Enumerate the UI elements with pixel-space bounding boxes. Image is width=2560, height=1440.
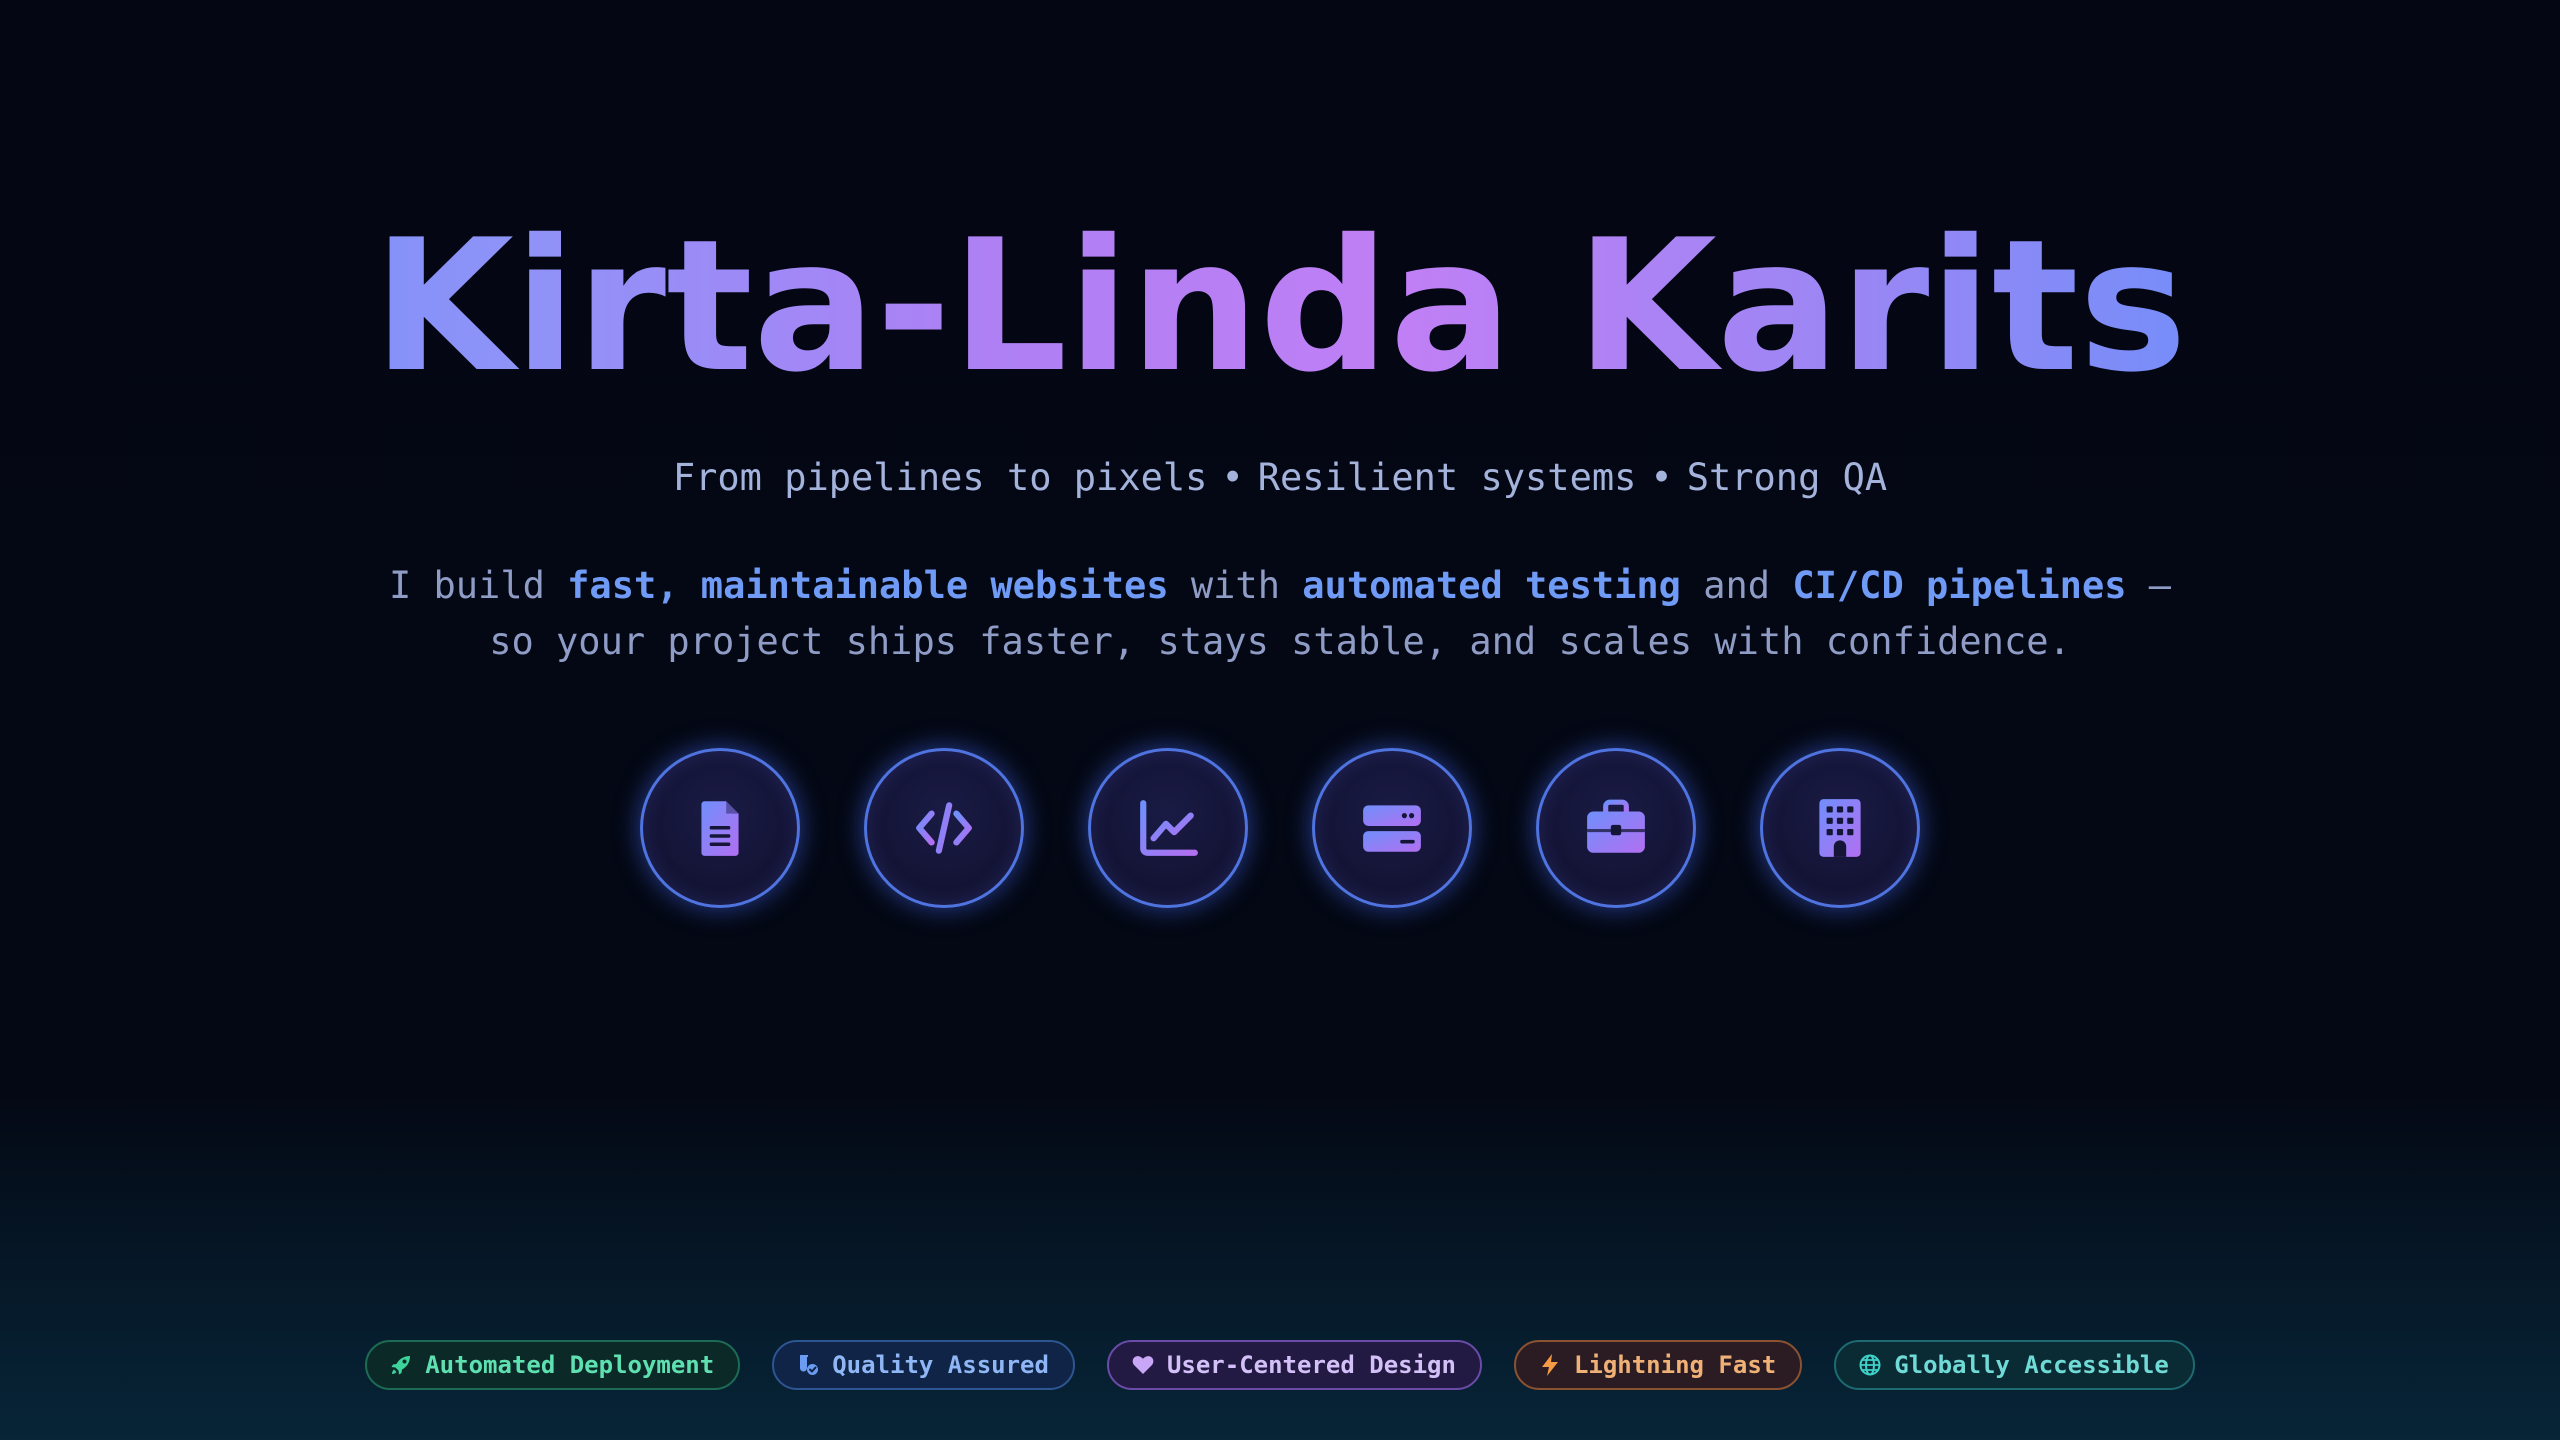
service-business-button[interactable] [1536,748,1696,908]
badge-lightning-fast: Lightning Fast [1513,1340,1803,1390]
document-icon [701,801,739,856]
globe-icon [1859,1354,1881,1376]
badge-label: Globally Accessible [1894,1351,2169,1379]
badge-quality-assured: Quality Assured [772,1340,1075,1390]
heart-icon [1132,1356,1154,1374]
server-icon [1363,805,1421,852]
description: I build fast, maintainable websites with… [0,558,2560,670]
badge-automated-deployment: Automated Deployment [365,1340,741,1390]
description-line-1: I build fast, maintainable websites with… [388,564,2172,607]
hero-section: Kirta-Linda Karits From pipelines to pix… [0,0,2560,1440]
service-document-button[interactable] [640,748,800,908]
badge-user-centered-design: User-Centered Design [1106,1340,1482,1390]
service-enterprise-button[interactable] [1760,748,1920,908]
tagline-separator: • [1650,456,1673,499]
badge-label: Lightning Fast [1573,1351,1777,1379]
service-analytics-button[interactable] [1088,748,1248,908]
rocket-icon [391,1356,411,1375]
tagline-separator: • [1221,456,1244,499]
badge-label: User-Centered Design [1166,1351,1456,1379]
tagline: From pipelines to pixels • Resilient syste… [0,456,2560,500]
tagline-item: From pipelines to pixels [672,456,1208,499]
badge-label: Quality Assured [832,1351,1049,1379]
highlight-testing: automated testing [1302,564,1681,607]
service-icons [640,748,1920,908]
highlight-cicd: CI/CD pipelines [1792,564,2127,607]
service-server-button[interactable] [1312,748,1472,908]
briefcase-icon [1587,799,1645,853]
tagline-item: Resilient systems [1257,456,1637,499]
description-line-2: so your project ships faster, stays stab… [489,620,2071,663]
building-icon [1819,799,1861,857]
code-icon [916,802,972,854]
bolt-icon [1541,1354,1558,1376]
service-code-button[interactable] [864,748,1024,908]
page-title: Kirta-Linda Karits [0,196,2560,416]
highlight-websites: fast, maintainable websites [567,564,1169,607]
tagline-item: Strong QA [1686,456,1888,499]
feature-badges: Automated Deployment Quality Assured Use… [0,1340,2560,1390]
vial-check-icon [800,1355,819,1375]
chart-line-icon [1140,800,1198,856]
badge-globally-accessible: Globally Accessible [1834,1340,2195,1390]
badge-label: Automated Deployment [425,1351,715,1379]
